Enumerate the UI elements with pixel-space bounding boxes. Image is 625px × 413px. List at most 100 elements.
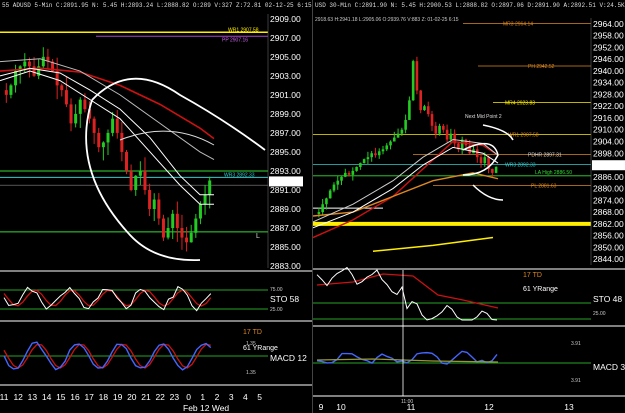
x-tick-label: 21 (141, 392, 151, 402)
curve-lower (472, 184, 504, 201)
candle-body (343, 172, 347, 177)
right-sub-header: 2918.63 H:2941.18 L:2905.06 O:2939.76 V:… (315, 17, 459, 23)
moving-average-yellow (372, 236, 494, 253)
price-tick-label: 2883.00 (270, 261, 301, 271)
price-tick-label: 2909.00 (270, 14, 301, 24)
x-tick-label: 12 (13, 392, 23, 402)
candle-body (64, 90, 68, 105)
price-tick-label: 2907.00 (270, 33, 301, 43)
candle-body (101, 142, 105, 148)
candle-body (400, 129, 404, 134)
macd-label: MACD 3 (593, 362, 625, 372)
level-label: PDHR 2897.31 (528, 153, 562, 159)
level-label: MR3 2964.14 (503, 22, 533, 28)
candle-body (83, 99, 87, 110)
level-label: MR4 2923.83 (505, 101, 535, 107)
price-tick-label: 2895.00 (270, 147, 301, 157)
candle-body (381, 149, 385, 152)
candle-body (325, 198, 328, 205)
candle-body (374, 153, 377, 156)
candle-body (208, 180, 212, 195)
price-tick-label: 2940.00 (593, 66, 624, 76)
level-label: WR1 2907.58 (508, 132, 539, 138)
candle-body (366, 157, 370, 160)
x-tick-label: 0 (186, 392, 191, 402)
td-label: 17 TD (523, 272, 542, 279)
date-label: Feb 12 Wed (183, 403, 229, 413)
price-tick-label: 2964.00 (593, 19, 624, 29)
x-tick-label: 18 (99, 392, 109, 402)
level-label: Next Mid Point 2 (465, 114, 502, 120)
moving-average-grey (0, 58, 215, 160)
price-tick-label: 2916.00 (593, 113, 624, 123)
price-tick-label: 2874.00 (593, 195, 624, 205)
price-tick-label: 2891.00 (270, 185, 301, 195)
candle-body (434, 125, 438, 134)
candle-body (475, 149, 479, 158)
last-price-label: 2891.90 (270, 176, 301, 186)
left-chart-svg[interactable]: WR1 2907.58 PP 2907.16 WR3 2892.33 2909.00 2… (0, 0, 312, 413)
candle-body (362, 159, 366, 164)
x-tick-label: 4 (243, 392, 248, 402)
candle-body (336, 180, 340, 185)
x-tick-label: 20 (127, 392, 137, 402)
x-tick-label: 14 (42, 392, 52, 402)
candle-body (385, 145, 389, 150)
price-tick-label: 2928.00 (593, 89, 624, 99)
candle-body (340, 176, 343, 181)
price-tick-label: 2886.00 (593, 172, 624, 182)
level-label: PP 2907.16 (222, 37, 248, 43)
candle-body (92, 118, 96, 133)
candle-body (359, 163, 362, 167)
price-tick-label: 2904.00 (593, 137, 624, 147)
x-tick-label: 17 (84, 392, 94, 402)
macd-value-upper: 3.91 (571, 341, 581, 347)
candle-body (370, 153, 373, 158)
curve-inner (119, 130, 215, 146)
right-chart-svg[interactable]: 2918.63 H:2941.18 L:2905.06 O:2939.76 V:… (313, 0, 625, 413)
candle-body (134, 175, 138, 190)
moving-average-white-1 (313, 146, 499, 229)
range-label: 61 YRange (523, 286, 558, 293)
candle-body (9, 85, 13, 95)
candle-body (69, 104, 73, 124)
price-tick-label: 2901.00 (270, 90, 301, 100)
price-tick-label: 2893.00 (270, 166, 301, 176)
price-tick-label: 2889.00 (270, 204, 301, 214)
left-chart-panel[interactable]: 55 ADUSD 5-Min C:2891.95 N: 5.45 H:2893.… (0, 0, 312, 413)
candle-body (438, 125, 441, 134)
level-label: PL 2881.63 (531, 183, 557, 189)
price-tick-label: 2934.00 (593, 78, 624, 88)
candle-body (415, 61, 419, 91)
x-tick-label: 22 (155, 392, 165, 402)
candle-body (60, 85, 64, 91)
candle-body (175, 213, 179, 229)
price-tick-label: 2958.00 (593, 31, 624, 41)
candle-body (41, 56, 45, 67)
candle-body (328, 190, 332, 199)
candle-body (351, 170, 355, 175)
sto-label: STO 58 (270, 294, 299, 304)
candle-body (347, 172, 351, 175)
price-tick-label: 2905.00 (270, 52, 301, 62)
level-label: LA High 2886.50 (535, 170, 572, 176)
candle-body (396, 133, 400, 138)
x-tick-label: 15 (56, 392, 66, 402)
price-tick-label: 2922.00 (593, 101, 624, 111)
level-label: PH 2942.52 (528, 64, 555, 70)
candle-body (423, 106, 426, 111)
price-tick-label: 2898.00 (593, 148, 624, 158)
price-tick-label: 2899.00 (270, 109, 301, 119)
price-tick-label: 2844.00 (593, 254, 624, 264)
macd-value-lower: 1.35 (246, 370, 256, 376)
x-tick-label: 13 (28, 392, 38, 402)
right-chart-panel[interactable]: USD 30-Min C:2891.90 N: 5.45 H:2900.53 L… (312, 0, 625, 413)
x-tick-label: 16 (70, 392, 80, 402)
td-label: 17 TD (243, 329, 262, 336)
candle-body (419, 90, 422, 111)
candle-body (180, 228, 184, 238)
candle-body (185, 237, 189, 243)
candle-body (120, 132, 124, 152)
footer-mark: L (256, 233, 260, 240)
price-tick-label: 2897.00 (270, 128, 301, 138)
